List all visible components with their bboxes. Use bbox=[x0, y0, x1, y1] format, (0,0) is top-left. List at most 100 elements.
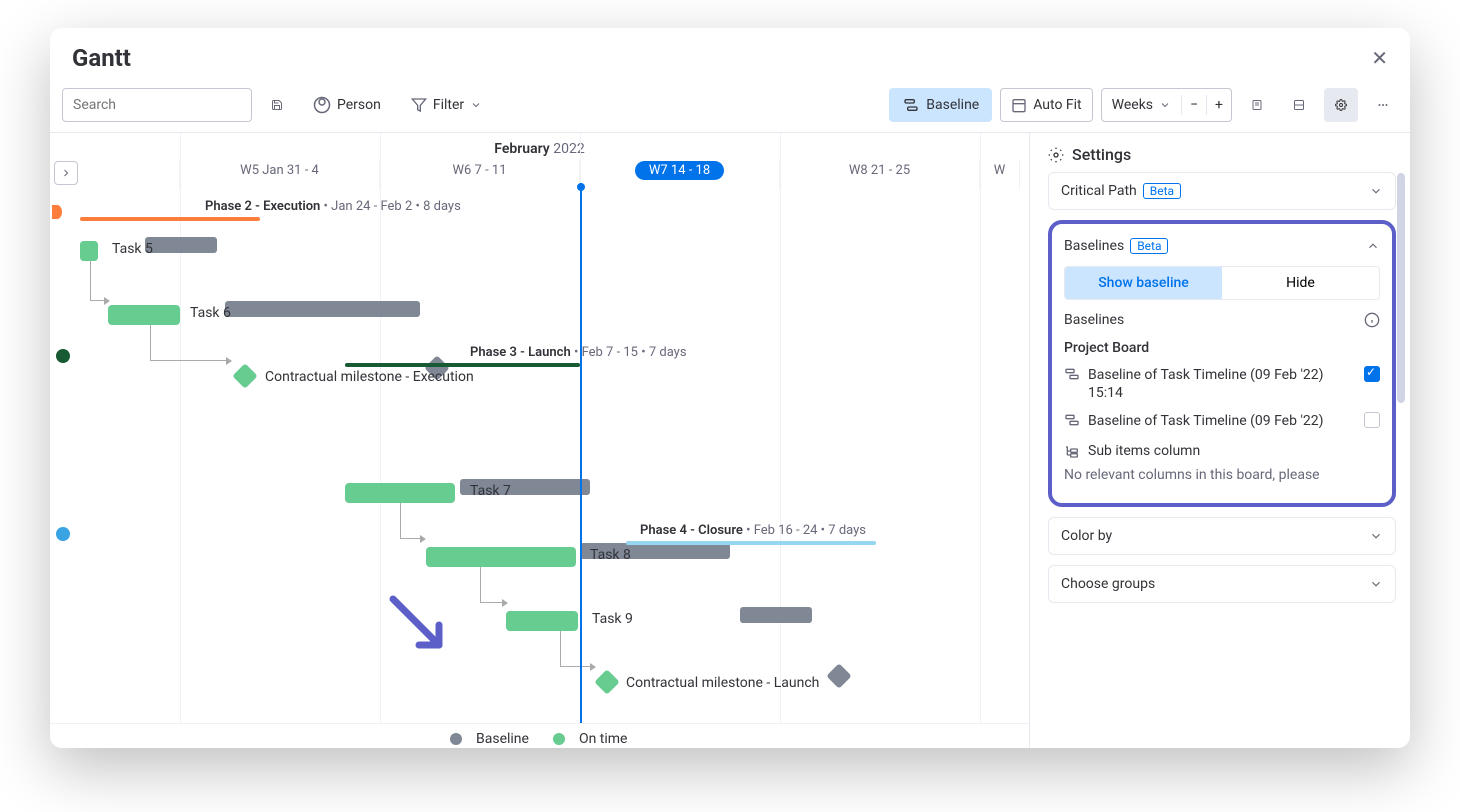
filter-icon bbox=[411, 97, 427, 113]
toolbar: Person Filter Baseline Auto Fit Weeks − … bbox=[50, 84, 1410, 133]
timescale-select[interactable]: Weeks bbox=[1102, 89, 1181, 121]
no-columns-note: No relevant columns in this board, pleas… bbox=[1064, 467, 1380, 483]
phase-dot bbox=[56, 527, 70, 541]
save-button[interactable] bbox=[260, 88, 294, 122]
baseline-bar bbox=[225, 301, 420, 317]
gear-icon bbox=[1335, 97, 1347, 113]
autofit-label: Auto Fit bbox=[1033, 97, 1081, 113]
panel-scrollbar[interactable] bbox=[1397, 173, 1407, 493]
hide-baseline-tab[interactable]: Hide bbox=[1222, 267, 1379, 299]
task-label: Task 9 bbox=[592, 611, 633, 627]
baseline-bar bbox=[740, 607, 812, 623]
chevron-down-icon bbox=[1369, 184, 1383, 198]
gantt-window: Gantt ✕ Person Filter Baseline Auto Fit bbox=[50, 28, 1410, 748]
baselines-header[interactable]: BaselinesBeta bbox=[1064, 238, 1380, 254]
gantt-bars: Phase 2 - Execution • Jan 24 - Feb 2 • 8… bbox=[50, 199, 1029, 723]
task-label: Task 5 bbox=[112, 241, 153, 257]
autofit-button[interactable]: Auto Fit bbox=[1000, 88, 1092, 122]
search-input[interactable] bbox=[73, 97, 251, 113]
chevron-down-icon bbox=[1369, 577, 1383, 591]
milestone-marker[interactable] bbox=[594, 669, 619, 694]
phase-bar bbox=[345, 363, 580, 367]
zoom-group: Weeks − + bbox=[1101, 88, 1232, 122]
expand-sidebar-button[interactable] bbox=[54, 161, 78, 185]
legend-dot-ontime bbox=[553, 733, 565, 745]
baseline-checkbox[interactable] bbox=[1364, 412, 1380, 428]
baseline-item[interactable]: Baseline of Task Timeline (09 Feb '22) 1… bbox=[1064, 366, 1380, 402]
task-bar[interactable] bbox=[506, 611, 578, 631]
gear-icon bbox=[1048, 147, 1064, 163]
more-icon bbox=[1377, 97, 1389, 113]
timescale-label: Weeks bbox=[1112, 97, 1153, 113]
legend-label: Baseline bbox=[476, 731, 529, 747]
baseline-milestone bbox=[826, 663, 851, 688]
week-cell-current: W7 14 - 18 bbox=[580, 161, 780, 189]
baseline-item-icon bbox=[1064, 366, 1080, 382]
phase-bar bbox=[80, 217, 260, 221]
task-bar[interactable] bbox=[108, 305, 180, 325]
chevron-up-icon bbox=[1366, 239, 1380, 253]
filter-label: Filter bbox=[433, 97, 464, 113]
week-cell: W bbox=[980, 161, 1020, 189]
baseline-toggle-segment: Show baseline Hide bbox=[1064, 266, 1380, 300]
export-button[interactable] bbox=[1240, 88, 1274, 122]
task-label: Task 8 bbox=[590, 547, 631, 563]
milestone-label: Contractual milestone - Execution bbox=[265, 369, 474, 385]
task-label: Task 7 bbox=[470, 483, 511, 499]
export-icon bbox=[1251, 97, 1263, 113]
choose-groups-row[interactable]: Choose groups bbox=[1048, 565, 1396, 603]
milestone-label: Contractual milestone - Launch bbox=[626, 675, 819, 691]
annotation-arrow bbox=[385, 591, 455, 661]
baseline-item-icon bbox=[1064, 412, 1080, 428]
scrollbar-thumb[interactable] bbox=[1397, 173, 1405, 403]
phase-dot bbox=[52, 205, 62, 219]
search-box[interactable] bbox=[62, 88, 252, 122]
legend-dot-baseline bbox=[450, 733, 462, 745]
phase-dot bbox=[56, 349, 70, 363]
sub-items-column-row[interactable]: Sub items column bbox=[1064, 443, 1380, 459]
task-bar[interactable] bbox=[80, 241, 98, 261]
filter-button[interactable]: Filter bbox=[400, 88, 493, 122]
split-view-button[interactable] bbox=[1282, 88, 1316, 122]
month-header: February 2022 bbox=[50, 133, 1029, 161]
critical-path-row[interactable]: Critical PathBeta bbox=[1048, 172, 1396, 210]
week-cell: W8 21 - 25 bbox=[780, 161, 980, 189]
settings-panel: Settings Critical PathBeta BaselinesBeta… bbox=[1030, 133, 1410, 748]
person-label: Person bbox=[337, 97, 381, 113]
legend-label: On time bbox=[579, 731, 628, 747]
settings-button[interactable] bbox=[1324, 88, 1358, 122]
baselines-section-highlighted: BaselinesBeta Show baseline Hide Baselin… bbox=[1048, 220, 1396, 507]
phase-bar bbox=[626, 541, 876, 545]
baselines-subheader: Baselines bbox=[1064, 312, 1380, 328]
titlebar: Gantt ✕ bbox=[50, 28, 1410, 84]
task-bar[interactable] bbox=[345, 483, 455, 503]
info-icon[interactable] bbox=[1364, 312, 1380, 328]
color-by-row[interactable]: Color by bbox=[1048, 517, 1396, 555]
zoom-in-button[interactable]: + bbox=[1207, 89, 1231, 121]
subitems-icon bbox=[1064, 443, 1080, 459]
person-filter[interactable]: Person bbox=[302, 88, 392, 122]
beta-badge: Beta bbox=[1143, 183, 1181, 199]
zoom-out-button[interactable]: − bbox=[1182, 89, 1206, 121]
page-title: Gantt bbox=[72, 44, 131, 72]
baseline-toggle[interactable]: Baseline bbox=[889, 88, 992, 122]
show-baseline-tab[interactable]: Show baseline bbox=[1065, 267, 1222, 299]
close-button[interactable]: ✕ bbox=[1371, 46, 1388, 70]
baseline-checkbox[interactable] bbox=[1364, 366, 1380, 382]
split-icon bbox=[1293, 97, 1305, 113]
week-cell: W5 Jan 31 - 4 bbox=[180, 161, 380, 189]
legend: Baseline On time bbox=[50, 723, 1029, 748]
chevron-down-icon bbox=[470, 99, 482, 111]
task-label: Task 6 bbox=[190, 305, 231, 321]
more-button[interactable] bbox=[1366, 88, 1400, 122]
board-name: Project Board bbox=[1064, 340, 1380, 356]
baseline-item[interactable]: Baseline of Task Timeline (09 Feb '22) bbox=[1064, 412, 1380, 430]
today-indicator bbox=[580, 183, 582, 723]
task-bar[interactable] bbox=[426, 547, 576, 567]
baseline-icon bbox=[902, 97, 920, 113]
save-icon bbox=[271, 96, 283, 114]
phase-label: Phase 2 - Execution • Jan 24 - Feb 2 • 8… bbox=[205, 199, 461, 214]
gantt-chart[interactable]: February 2022 W5 Jan 31 - 4 W6 7 - 11 W7… bbox=[50, 133, 1030, 748]
milestone-marker[interactable] bbox=[232, 363, 257, 388]
settings-title: Settings bbox=[1048, 145, 1396, 164]
